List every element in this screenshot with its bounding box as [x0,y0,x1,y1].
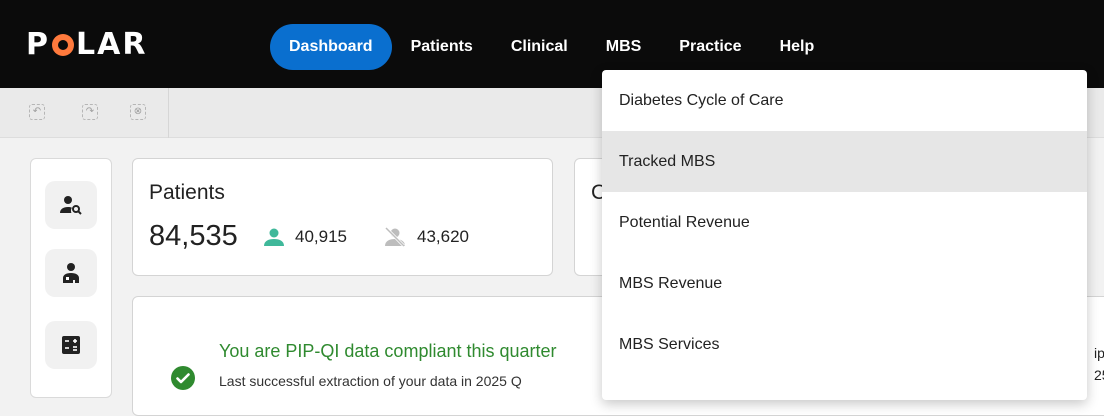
nav-practice[interactable]: Practice [660,24,760,70]
polar-logo[interactable]: P LAR [26,24,147,64]
menu-item-mbs-revenue[interactable]: MBS Revenue [602,253,1087,314]
user-search-icon [60,196,82,215]
left-rail [30,158,112,398]
nav-mbs[interactable]: MBS [587,24,661,70]
logo-bear-icon [52,34,74,56]
undo-icon[interactable]: ↶ [29,104,45,120]
inactive-patients-stat: 43,620 [383,227,469,247]
logo-letters-lar: LAR [76,26,148,62]
inactive-patients-count: 43,620 [417,227,469,246]
inactive-patient-icon [384,227,406,247]
active-patients-count: 40,915 [295,227,347,246]
compliance-heading: You are PIP-QI data compliant this quart… [219,341,557,361]
mbs-dropdown-menu: Diabetes Cycle of Care Tracked MBS Poten… [602,70,1087,400]
clipped-text-line-1: ip [1094,345,1104,361]
patients-card-title: Patients [149,181,225,204]
clipped-text-line-2: 25 [1094,367,1104,383]
redo-icon[interactable]: ↷ [82,104,98,120]
menu-item-potential-revenue[interactable]: Potential Revenue [602,192,1087,253]
menu-item-tracked-mbs[interactable]: Tracked MBS [602,131,1087,192]
patients-card[interactable]: Patients 84,535 40,915 43,620 [132,158,553,276]
menu-item-diabetes-cycle-of-care[interactable]: Diabetes Cycle of Care [602,70,1087,131]
nav-dashboard[interactable]: Dashboard [270,24,392,70]
last-extraction-text: Last successful extraction of your data … [219,373,522,389]
clinician-button[interactable] [45,249,97,297]
menu-item-mbs-services[interactable]: MBS Services [602,314,1087,375]
check-circle-icon [171,366,195,390]
patients-total: 84,535 [149,220,238,252]
toolbar-divider [168,88,169,138]
calculator-icon [62,336,80,354]
nav-patients[interactable]: Patients [392,24,492,70]
logo-letter-p: P [26,26,50,62]
clinician-icon [63,263,79,283]
calculator-button[interactable] [45,321,97,369]
nav-help[interactable]: Help [761,24,834,70]
patient-search-button[interactable] [45,181,97,229]
active-patient-icon [264,228,284,246]
clear-icon[interactable]: ⊗ [130,104,146,120]
nav-clinical[interactable]: Clinical [492,24,587,70]
active-patients-stat: 40,915 [263,227,347,247]
main-nav: Dashboard Patients Clinical MBS Practice… [270,24,833,70]
